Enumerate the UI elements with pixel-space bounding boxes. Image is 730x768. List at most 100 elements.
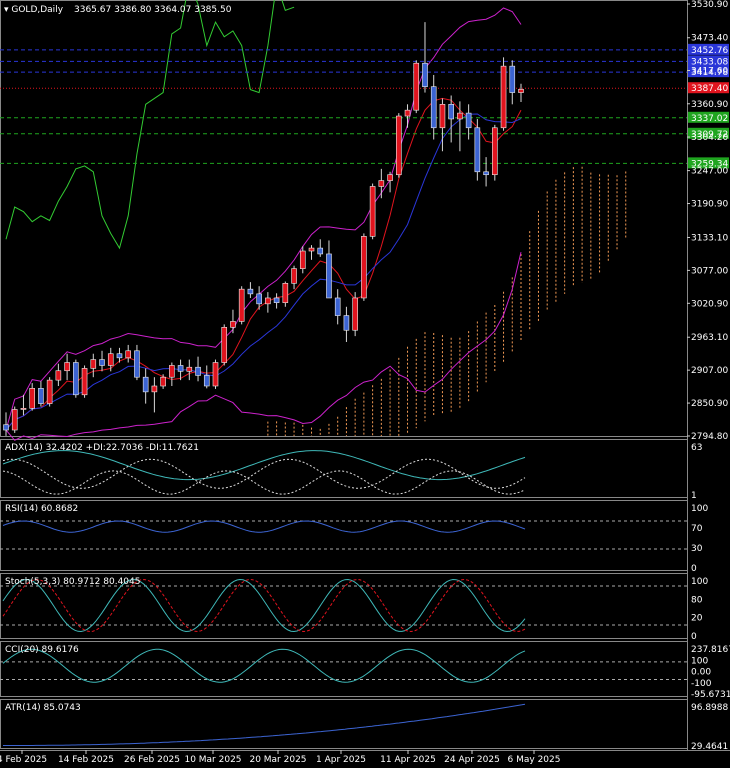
candle-body xyxy=(492,127,498,176)
candle-body xyxy=(439,103,446,129)
rsi-line xyxy=(2,520,526,533)
candle-body xyxy=(11,409,18,431)
candle-body xyxy=(343,315,350,331)
chikou-span-line xyxy=(5,0,295,250)
candle-body xyxy=(422,62,428,87)
indicator-pane-frame xyxy=(0,500,688,571)
indicator-tick-label: 0 xyxy=(691,632,697,642)
indicator-tick-label: 100 xyxy=(691,504,708,514)
indicator-tick-label: 20 xyxy=(691,614,703,624)
candle-body xyxy=(326,253,332,299)
candle-body xyxy=(308,247,315,252)
price-tick-label: 3417.60 xyxy=(691,66,728,76)
ohlc-readout: 3365.67 3386.80 3364.07 3385.50 xyxy=(74,5,232,15)
date-label: 24 Apr 2025 xyxy=(444,755,500,765)
atr-line xyxy=(3,703,526,746)
indicator-tick-label: 0 xyxy=(691,564,697,574)
candle-body xyxy=(151,385,158,393)
candle-body xyxy=(256,293,262,305)
indicator-tick-label: -95.6731 xyxy=(691,690,730,700)
candles xyxy=(3,22,524,436)
adx-line xyxy=(2,450,526,481)
candle-body xyxy=(378,180,385,187)
candle-body xyxy=(387,174,393,181)
candle-body xyxy=(107,353,114,366)
price-tick-label: 3304.20 xyxy=(691,133,728,143)
candle-body xyxy=(55,370,62,381)
indicator-tick-label: 96.8988 xyxy=(691,703,728,713)
indicator-tick-label: 1 xyxy=(691,491,697,501)
price-tick-label: 3247.00 xyxy=(691,167,728,177)
candle-body xyxy=(29,388,35,409)
candle-body xyxy=(203,375,210,387)
price-tick-label: 3077.00 xyxy=(691,266,728,276)
price-tick-label: 3530.90 xyxy=(691,0,728,10)
indicator-pane-frame xyxy=(0,699,688,749)
candle-body xyxy=(299,250,306,269)
candle-body xyxy=(81,368,88,396)
ichimoku-cloud xyxy=(267,166,627,436)
candle-body xyxy=(395,115,402,176)
candle-body xyxy=(404,109,411,117)
price-tick-label: 3190.90 xyxy=(691,200,728,210)
candle-body xyxy=(116,353,123,359)
candle-body xyxy=(134,350,140,378)
candle-body xyxy=(38,388,44,404)
candle-body xyxy=(282,282,289,303)
indicator-tick-label: 29.4641 xyxy=(691,742,728,752)
candle-body xyxy=(20,407,27,410)
indicator-tick-label: 0.00 xyxy=(691,668,711,678)
indicator-tick-label: 30 xyxy=(691,544,703,554)
candle-body xyxy=(230,321,236,328)
indicator-label: CCI(20) 89.6176 xyxy=(5,645,79,655)
candle-body xyxy=(500,65,507,129)
chart-symbol: ▾ GOLD,Daily xyxy=(4,5,64,15)
price-tick-label: 3473.40 xyxy=(691,34,728,44)
price-tick-label: 3360.90 xyxy=(691,100,728,110)
candle-body xyxy=(142,376,149,393)
candle-body xyxy=(186,366,193,372)
indicator-label: ADX(14) 32.4202 +DI:22.7036 -DI:11.7621 xyxy=(5,443,199,453)
indicator-tick-label: 100 xyxy=(691,577,708,587)
indicator-pane-frame xyxy=(0,641,688,697)
indicator-tick-label: 70 xyxy=(691,524,703,534)
candle-body xyxy=(195,366,201,376)
date-label: 6 May 2025 xyxy=(508,755,561,765)
candle-body xyxy=(457,112,463,120)
candle-body xyxy=(334,297,341,316)
candle-body xyxy=(125,350,132,359)
candle-body xyxy=(430,86,437,129)
candle-body xyxy=(46,379,53,404)
candle-body xyxy=(177,365,184,372)
candle-body xyxy=(448,103,454,120)
stoch-d-line xyxy=(2,578,526,633)
candle-body xyxy=(361,236,367,299)
indicator-label: RSI(14) 60.8682 xyxy=(5,504,78,514)
candle-body xyxy=(99,359,105,366)
date-label: 1 Apr 2025 xyxy=(316,755,366,765)
candle-body xyxy=(73,362,79,396)
candle-body xyxy=(317,247,324,255)
chart: 3452.763433.083414.783387.403337.023309.… xyxy=(0,0,730,765)
price-tick-label: 2794.80 xyxy=(691,432,728,442)
candle-body xyxy=(247,288,254,295)
level-tag-label: 3387.40 xyxy=(691,84,728,94)
candle-body xyxy=(221,327,228,363)
date-label: 14 Feb 2025 xyxy=(58,755,114,765)
indicator-tick-label: 100 xyxy=(691,656,708,666)
indicator-label: ATR(14) 85.0743 xyxy=(5,703,81,713)
candle-body xyxy=(474,127,481,173)
candle-body xyxy=(483,171,489,176)
price-tick-label: 2850.90 xyxy=(691,399,728,409)
candle-body xyxy=(413,62,420,111)
candle-body xyxy=(369,186,376,237)
candle-body xyxy=(90,359,97,369)
date-label: 26 Feb 2025 xyxy=(124,755,180,765)
candle-body xyxy=(169,365,175,378)
date-label: 4 Feb 2025 xyxy=(0,755,47,765)
candle-body xyxy=(465,112,472,129)
candle-body xyxy=(212,362,219,387)
candle-body xyxy=(238,288,245,322)
indicator-label: Stoch(5,3,3) 80.9712 80.4045 xyxy=(5,577,140,587)
candle-body xyxy=(265,297,271,305)
